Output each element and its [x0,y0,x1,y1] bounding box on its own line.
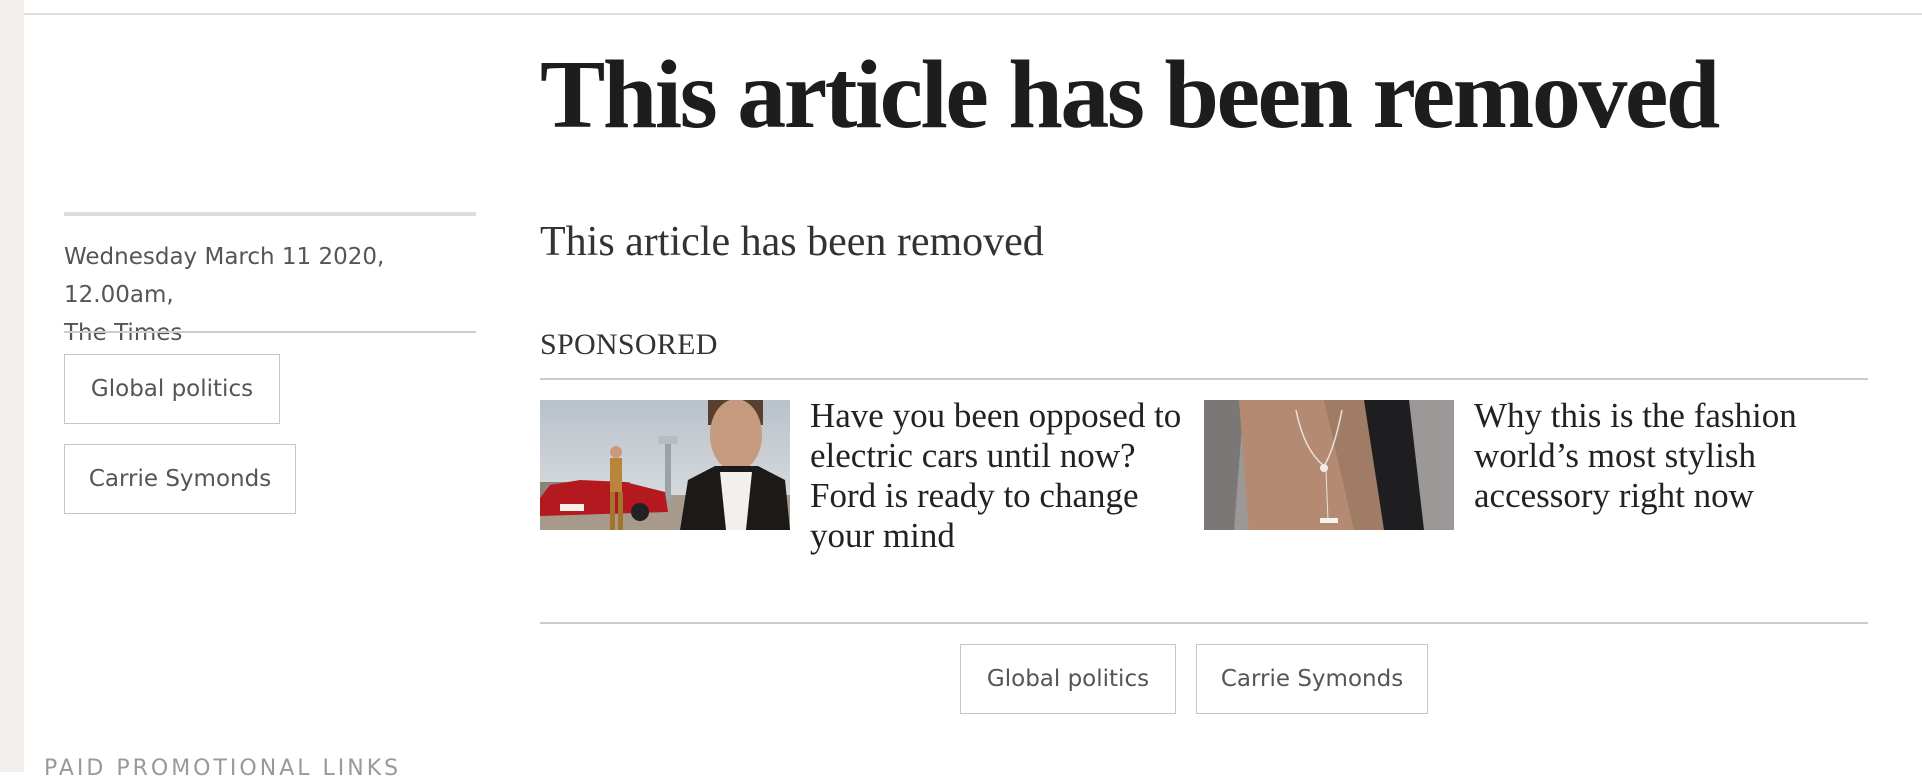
fashion-promo-image[interactable] [1204,400,1454,530]
article-headline: This article has been removed [540,41,1720,149]
top-divider [24,13,1922,15]
sponsored-divider [540,378,1868,380]
left-page-gutter [0,0,24,772]
meta-bottom-divider [64,331,476,333]
tag-carrie-symonds[interactable]: Carrie Symonds [64,444,296,514]
fashion-promo-illustration [1204,400,1454,530]
article-date: Wednesday March 11 2020, 12.00am, [64,244,385,308]
tag-global-politics[interactable]: Global politics [64,354,280,424]
article-standfirst: This article has been removed [540,219,1044,265]
article-dateline: Wednesday March 11 2020, 12.00am, The Ti… [64,238,484,352]
promo-title-fashion[interactable]: Why this is the fashion world’s most sty… [1474,396,1844,516]
bottom-divider [540,622,1868,624]
article-publication: The Times [64,320,183,346]
ford-promo-image[interactable] [540,400,790,530]
paid-promotional-links-label: PAID PROMOTIONAL LINKS [44,756,402,781]
ford-promo-illustration [540,400,790,530]
meta-top-divider [64,212,476,216]
sponsored-label: SPONSORED [540,328,718,361]
tag-global-politics-bottom[interactable]: Global politics [960,644,1176,714]
tag-carrie-symonds-bottom[interactable]: Carrie Symonds [1196,644,1428,714]
promo-title-ford[interactable]: Have you been opposed to electric cars u… [810,396,1200,556]
